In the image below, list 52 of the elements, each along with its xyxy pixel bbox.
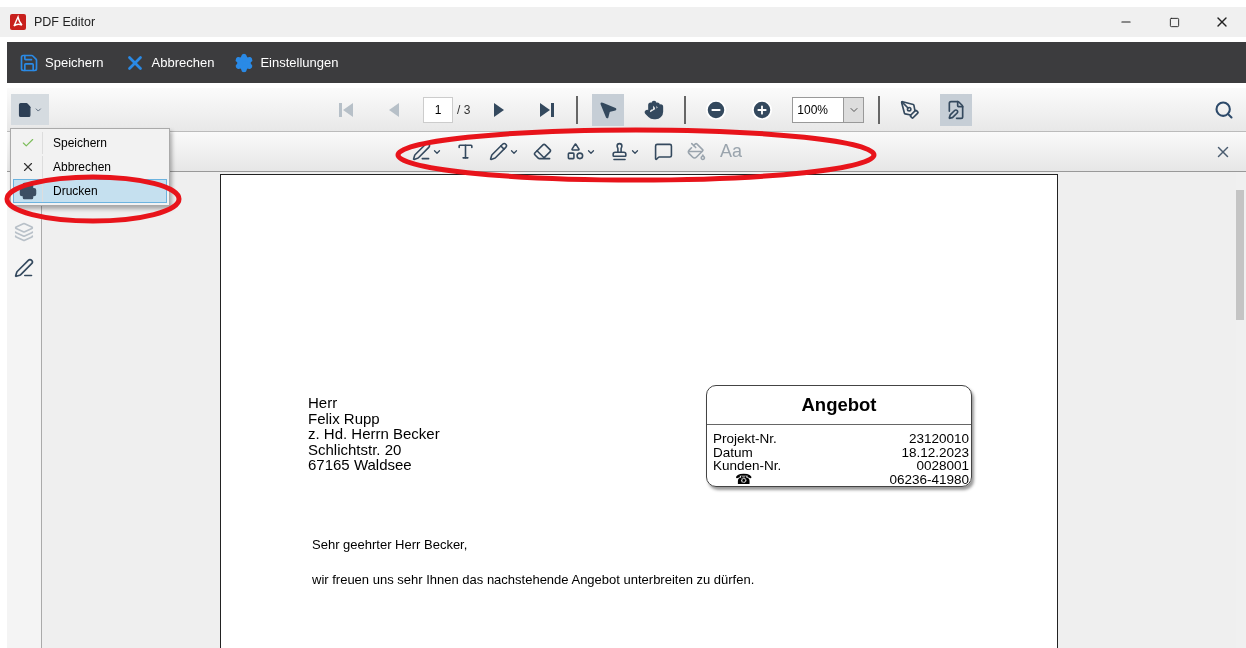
edit-document-button[interactable] [940,93,973,126]
letter-text: Sehr geehrter Herr Becker, [312,537,469,552]
info-box-title: Angebot [707,386,971,425]
cross-icon [21,160,35,174]
ink-pen-icon [412,142,431,161]
info-label: Kunden-Nr. [713,459,782,473]
text-box-icon [456,142,475,161]
document-pen-icon [946,99,967,120]
shapes-icon [566,142,585,161]
comment-icon [654,142,673,161]
window-title: PDF Editor [34,15,96,29]
pen-icon[interactable] [14,258,34,278]
zoom-dropdown-button[interactable] [843,96,865,123]
address-line: 67165 Waldsee [308,457,413,473]
page-count: / 3 [457,102,471,117]
cancel-button[interactable]: Abbrechen [123,51,215,74]
address-line: Schlichtstr. 20 [308,441,403,457]
app-logo [10,14,26,30]
skip-start-icon [338,100,356,119]
letter-text: wir freuen uns sehr Ihnen das nachstehende Angebot unterbreiten zu dürfen. [312,572,756,587]
info-value: 23120010 [908,432,969,446]
phone-symbol: ☎ [734,472,752,486]
maximize-icon [1168,16,1180,28]
pen-nib-icon [900,99,921,120]
info-label: Projekt-Nr. [713,432,777,446]
save-button[interactable]: Speichern [19,52,104,73]
hand-icon [644,99,665,120]
info-value: 0028001 [916,459,969,473]
plus-circle-icon [751,98,774,121]
settings-button[interactable]: Einstellungen [234,52,339,73]
menu-item[interactable]: Speichern [13,131,167,155]
search-icon [1214,99,1234,120]
info-value: 18.12.2023 [901,445,969,459]
minus-circle-icon [705,98,728,121]
document-icon [17,100,33,119]
file-menu-button[interactable] [11,94,49,125]
pencil-icon [489,142,508,161]
paint-bucket-icon [687,142,706,161]
page-number-field[interactable]: 1 [423,96,453,123]
menu-item[interactable]: Abbrechen [13,155,167,179]
skip-end-icon [537,100,556,119]
checkmark-icon [21,136,35,150]
pointer-tool-button[interactable] [592,93,625,126]
eraser-icon [533,142,552,161]
zoom-field[interactable]: 100% [792,96,844,123]
gear-icon [234,52,255,73]
info-value: 06236-41980 [889,472,969,486]
address-line: Felix Rupp [308,410,381,426]
stamp-icon [610,142,629,161]
info-label: Datum [713,445,753,459]
address-line: z. Hd. Herrn Becker [308,426,440,442]
address-line: Herr [308,395,339,411]
